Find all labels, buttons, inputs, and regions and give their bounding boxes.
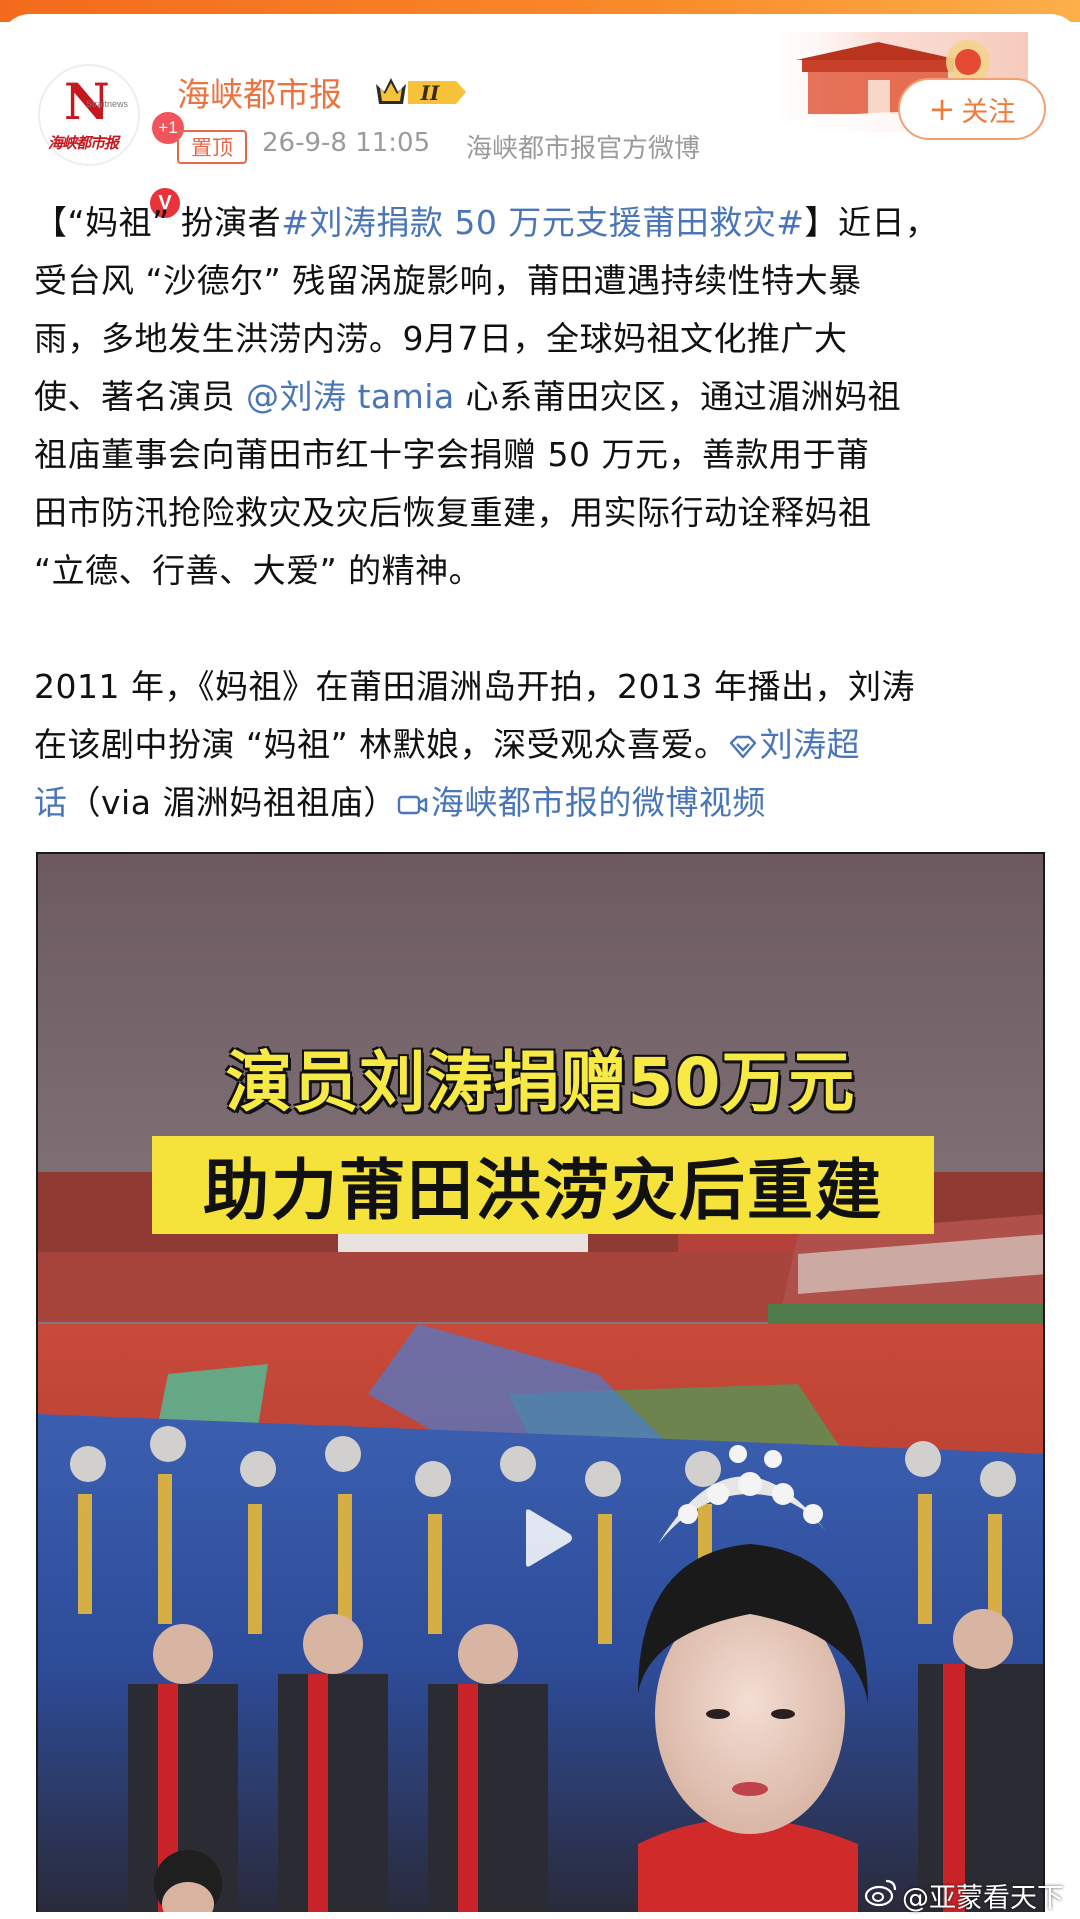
pinned-tag: 置顶 [177, 130, 247, 164]
post-line: 话（via 湄洲妈祖祖庙） 海峡都市报的微博视频 [34, 774, 1044, 832]
plus-icon: + [928, 90, 956, 128]
video-camera-icon [397, 795, 428, 815]
text-span: （via 湄洲妈祖祖庙） [67, 783, 397, 822]
text-span: 心系莆田灾区，通过湄洲妈祖 [454, 377, 902, 416]
video-link-label: 海峡都市报的微博视频 [430, 783, 766, 822]
text-span: 】近日， [804, 203, 939, 242]
super-topic-label: 刘涛超 [759, 725, 861, 764]
avatar-subtext: Straitnews [86, 99, 129, 109]
follow-button[interactable]: + 关注 [898, 78, 1046, 140]
account-name[interactable]: 海峡都市报 [177, 68, 342, 116]
post-line: 雨，多地发生洪涝内涝。9月7日，全球妈祖文化推广大 [34, 319, 848, 358]
weibo-logo-icon [864, 1879, 897, 1907]
post-body: 【“妈祖” 扮演者#刘涛捐款 50 万元支援莆田救灾#】近日， 受台风 “沙德尔… [34, 194, 1044, 832]
text-span: 使、著名演员 [34, 377, 246, 416]
post-line: 2011 年，《妈祖》在莆田湄洲岛开拍，2013 年播出，刘涛 [34, 667, 915, 706]
post-line: 祖庙董事会向莆田市红十字会捐赠 50 万元，善款用于莆 [34, 435, 870, 474]
video-headline-1: 演员刘涛捐赠50万元 [225, 1044, 856, 1121]
video-link[interactable]: 海峡都市报的微博视频 [397, 783, 766, 822]
avatar-calligraphy: 海峡都市报 [48, 134, 119, 152]
post-line: “立德、行善、大爱” 的精神。 [34, 551, 483, 590]
super-topic-link[interactable]: 刘涛超 [728, 725, 861, 764]
post-time: 26-9-8 11:05 [262, 128, 431, 158]
play-icon[interactable] [516, 1506, 576, 1570]
super-topic-diamond-icon [729, 735, 756, 759]
post-line: 田市防汛抢险救灾及灾后恢复重建，用实际行动诠释妈祖 [34, 493, 872, 532]
post-line: 使、著名演员 @刘涛 tamia 心系莆田灾区，通过湄洲妈祖 [34, 368, 1044, 426]
text-span: 在该剧中扮演 “妈祖” 林默娘，深受观众喜爱。 [34, 725, 728, 764]
mention-link[interactable]: @刘涛 tamia [246, 377, 455, 416]
avatar[interactable]: N Straitnews 海峡都市报 +1 V [38, 64, 186, 220]
post-line: 【“妈祖” 扮演者#刘涛捐款 50 万元支援莆田救灾#】近日， [34, 194, 1044, 252]
weibo-post-screen: N Straitnews 海峡都市报 +1 V 海峡都市报 II 置顶 26-9… [0, 0, 1080, 1919]
video-headline-2: 助力莆田洪涝灾后重建 [203, 1152, 883, 1229]
text-span: 【“妈祖” 扮演者 [34, 203, 282, 242]
follow-label: 关注 [961, 96, 1016, 128]
post-line: 在该剧中扮演 “妈祖” 林默娘，深受观众喜爱。 刘涛超 [34, 716, 1044, 774]
vip-level-text: II [420, 81, 440, 105]
hashtag-link[interactable]: #刘涛捐款 50 万元支援莆田救灾# [281, 203, 804, 242]
vip-crown-badge-icon: II [376, 78, 466, 105]
post-source: 海峡都市报官方微博 [466, 134, 701, 164]
post-line: 受台风 “沙德尔” 残留涡旋影响，莆田遭遇持续性特大暴 [34, 261, 862, 300]
video-frame-image [38, 854, 1043, 1912]
super-topic-link-cont[interactable]: 话 [34, 783, 68, 822]
watermark-text: @亚蒙看天下 [902, 1883, 1064, 1914]
video-player[interactable]: 演员刘涛捐赠50万元 助力莆田洪涝灾后重建 [36, 852, 1045, 1912]
video-headline-2-box: 助力莆田洪涝灾后重建 [152, 1136, 934, 1234]
